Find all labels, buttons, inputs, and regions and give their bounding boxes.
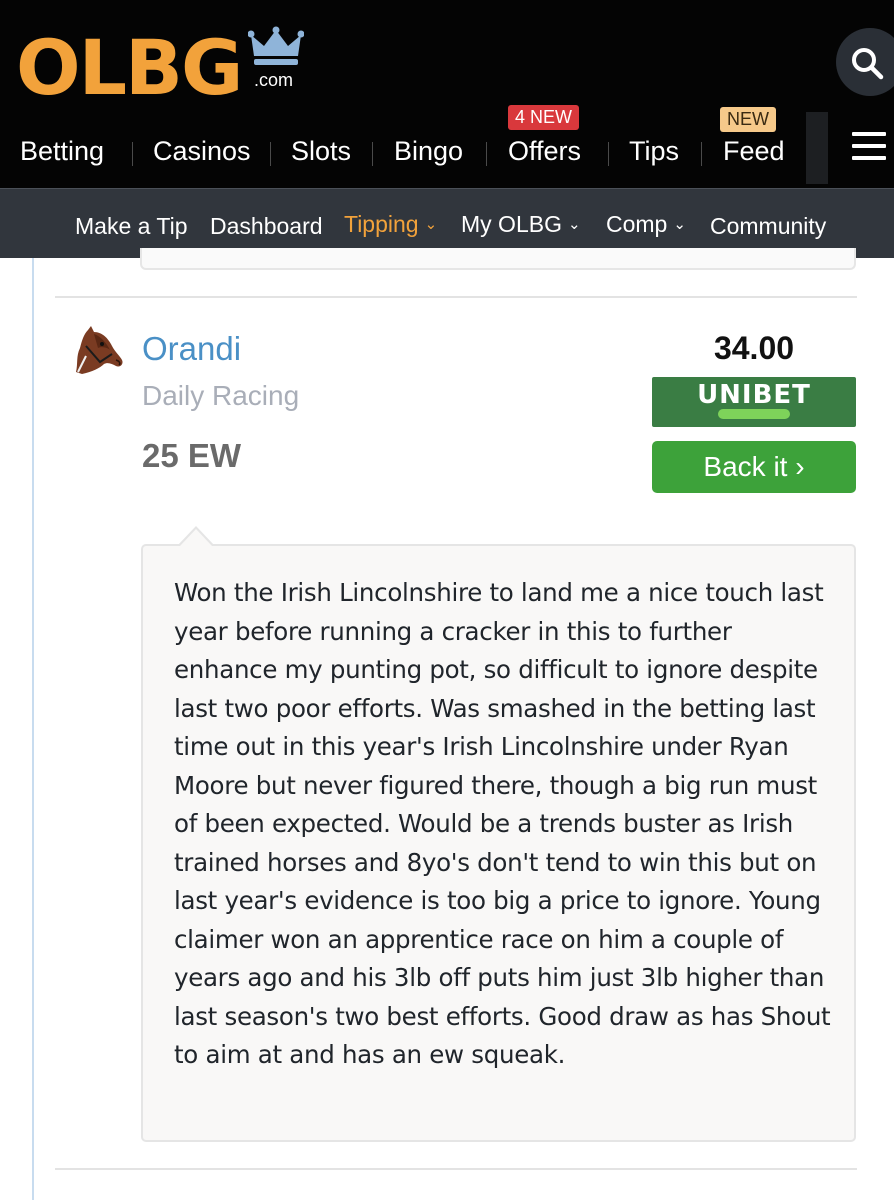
site-header: OLBG .com 4 NEW NEW Betting Casinos Slot… bbox=[0, 0, 894, 188]
logo-wordmark: OLBG bbox=[16, 23, 243, 112]
logo-domain: .com bbox=[254, 70, 294, 90]
crown-icon bbox=[248, 26, 304, 65]
tip-divider bbox=[55, 1168, 857, 1170]
nav-casinos[interactable]: Casinos bbox=[153, 136, 251, 167]
nav-separator bbox=[132, 142, 133, 166]
subnav-comp[interactable]: Comp ⌄ bbox=[606, 211, 686, 238]
chevron-down-icon: ⌄ bbox=[673, 216, 686, 233]
hamburger-icon[interactable] bbox=[852, 132, 886, 162]
tip-stake: 25 EW bbox=[142, 437, 242, 474]
nav-slots[interactable]: Slots bbox=[291, 136, 351, 167]
nav-bingo[interactable]: Bingo bbox=[394, 136, 463, 167]
tip-comment-text: Won the Irish Lincolnshire to land me a … bbox=[174, 578, 831, 1069]
unibet-dots-icon bbox=[718, 409, 790, 419]
nav-divider bbox=[806, 112, 828, 184]
list-frame-border bbox=[32, 258, 34, 1200]
nav-offers[interactable]: Offers bbox=[508, 136, 581, 167]
subnav-community[interactable]: Community bbox=[710, 213, 826, 240]
subnav-comp-label: Comp bbox=[606, 211, 668, 237]
olbg-logo[interactable]: OLBG .com bbox=[16, 23, 306, 112]
offers-new-badge: 4 NEW bbox=[508, 105, 580, 130]
bookmaker-name: UNIBET bbox=[697, 380, 811, 410]
nav-feed[interactable]: Feed bbox=[723, 136, 785, 167]
comment-pointer-fill bbox=[180, 529, 212, 546]
nav-separator bbox=[372, 142, 373, 166]
search-icon bbox=[852, 48, 884, 80]
tip-category: Daily Racing bbox=[142, 380, 300, 411]
horse-head-icon bbox=[76, 326, 123, 374]
nav-separator bbox=[486, 142, 487, 166]
subnav-make-a-tip[interactable]: Make a Tip bbox=[75, 213, 188, 240]
chevron-down-icon: ⌄ bbox=[567, 216, 581, 233]
tip-odds: 34.00 bbox=[713, 330, 795, 366]
tip-list: Orandi Daily Racing 25 EW 34.00 UNIBET B… bbox=[0, 248, 894, 1200]
nav-betting[interactable]: Betting bbox=[20, 136, 104, 167]
subnav-my-olbg-label: My OLBG bbox=[461, 211, 562, 237]
subnav-dashboard[interactable]: Dashboard bbox=[210, 213, 323, 240]
tipster-name-link[interactable]: Orandi bbox=[142, 330, 241, 368]
subnav-tipping[interactable]: Tipping ⌄ bbox=[344, 211, 437, 238]
tip-divider bbox=[55, 296, 857, 298]
nav-tips[interactable]: Tips bbox=[629, 136, 679, 167]
subnav-my-olbg[interactable]: My OLBG ⌄ bbox=[461, 211, 581, 238]
tip-comment: Won the Irish Lincolnshire to land me a … bbox=[141, 544, 856, 1142]
previous-comment-box bbox=[140, 248, 856, 270]
nav-separator bbox=[701, 142, 702, 166]
nav-separator bbox=[608, 142, 609, 166]
subnav-tipping-label: Tipping bbox=[344, 211, 419, 237]
search-button[interactable] bbox=[836, 28, 894, 96]
back-it-button[interactable]: Back it › bbox=[652, 441, 856, 493]
feed-new-badge: NEW bbox=[720, 107, 776, 132]
nav-separator bbox=[270, 142, 271, 166]
chevron-down-icon: ⌄ bbox=[424, 216, 438, 233]
unibet-logo[interactable]: UNIBET bbox=[652, 377, 856, 427]
main-nav: Betting Casinos Slots Bingo Offers Tips … bbox=[0, 130, 810, 180]
